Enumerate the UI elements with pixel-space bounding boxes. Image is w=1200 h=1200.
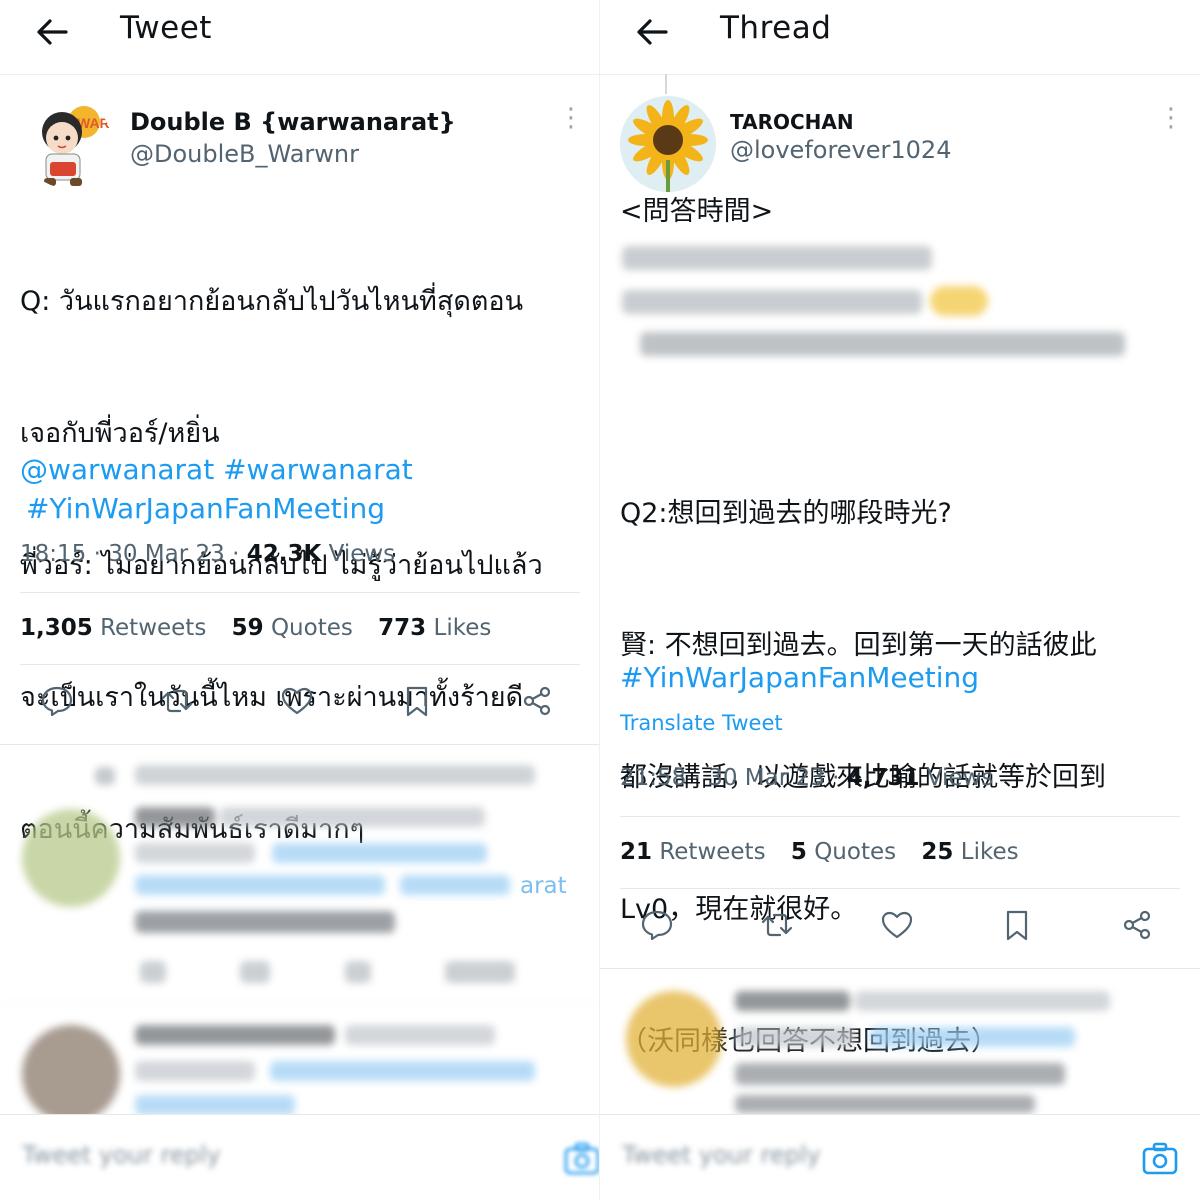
reply-icon[interactable] <box>640 908 684 952</box>
retweets-count: 21 <box>620 839 653 865</box>
like-icon[interactable] <box>880 908 924 952</box>
avatar[interactable]: WAR <box>22 98 112 188</box>
likes-label: Likes <box>960 839 1019 865</box>
bookmark-icon[interactable] <box>1000 908 1044 952</box>
back-arrow-icon[interactable] <box>632 12 672 52</box>
divider <box>620 888 1180 889</box>
blurred-reply-mention: arat <box>520 873 567 899</box>
views-label: Views <box>919 765 994 791</box>
header: Thread <box>600 0 1200 75</box>
hashtag[interactable]: #YinWarJapanFanMeeting <box>26 489 385 528</box>
divider <box>620 816 1180 817</box>
retweets-label: Retweets <box>659 839 766 865</box>
likes-stat[interactable]: 25 Likes <box>921 839 1018 865</box>
tweet-stats: 21 Retweets 5 Quotes 25 Likes <box>620 839 1037 865</box>
tweet-stats: 1,305 Retweets 59 Quotes 773 Likes <box>20 615 509 641</box>
pane-divider <box>599 0 600 1200</box>
author-handle[interactable]: @DoubleB_Warwnr <box>130 140 359 168</box>
blurred-text-block <box>600 236 1200 366</box>
camera-icon[interactable] <box>562 1139 600 1179</box>
action-bar <box>0 684 600 744</box>
body-line: Q: วันแรกอยากย้อนกลับไปวันไหนที่สุดตอน <box>20 286 524 317</box>
retweets-stat[interactable]: 21 Retweets <box>620 839 766 865</box>
quotes-stat[interactable]: 59 Quotes <box>232 615 353 641</box>
camera-icon[interactable] <box>1140 1139 1180 1179</box>
avatar[interactable] <box>620 96 716 192</box>
quotes-count: 59 <box>231 615 264 641</box>
quotes-label: Quotes <box>270 615 353 641</box>
more-icon[interactable]: ⋮ <box>1158 105 1184 142</box>
likes-count: 25 <box>921 839 954 865</box>
reply-composer: Tweet your reply <box>0 1114 600 1200</box>
views-count: 4,731 <box>846 765 920 791</box>
views-label: Views <box>321 541 396 567</box>
timestamp: 21:58 · 30 Mar 23 · <box>620 765 847 791</box>
back-arrow-icon[interactable] <box>32 12 72 52</box>
timestamp: 18:15 · 30 Mar 23 · <box>20 541 247 567</box>
likes-count: 773 <box>378 615 427 641</box>
thread-connector <box>665 74 667 94</box>
page-title: Tweet <box>120 10 212 46</box>
bookmark-icon[interactable] <box>400 684 444 728</box>
tweet-pane: Tweet WAR Double B {warwanarat} @DoubleB… <box>0 0 600 1200</box>
retweet-icon[interactable] <box>760 908 804 952</box>
author-name[interactable]: TAROCHAN <box>730 110 854 134</box>
likes-label: Likes <box>433 615 492 641</box>
tweet-meta: 18:15 · 30 Mar 23 · 42.3K Views <box>20 541 395 567</box>
quotes-count: 5 <box>790 839 807 865</box>
retweets-label: Retweets <box>100 615 207 641</box>
likes-stat[interactable]: 773 Likes <box>378 615 491 641</box>
mention-hashtags[interactable]: @warwanarat #warwanarat <box>20 450 413 489</box>
page-title: Thread <box>720 10 832 46</box>
retweet-icon[interactable] <box>160 684 204 728</box>
quotes-stat[interactable]: 5 Quotes <box>791 839 896 865</box>
quotes-label: Quotes <box>814 839 897 865</box>
hashtag[interactable]: #YinWarJapanFanMeeting <box>620 658 979 697</box>
svg-text:WAR: WAR <box>77 115 110 131</box>
more-icon[interactable]: ⋮ <box>558 105 584 142</box>
blurred-reply-section <box>600 969 1200 1115</box>
like-icon[interactable] <box>280 684 324 728</box>
retweets-stat[interactable]: 1,305 Retweets <box>20 615 206 641</box>
share-icon[interactable] <box>520 684 564 728</box>
header: Tweet <box>0 0 600 75</box>
reply-composer: Tweet your reply <box>600 1114 1200 1200</box>
divider <box>20 592 580 593</box>
share-icon[interactable] <box>1120 908 1164 952</box>
tweet-meta: 21:58 · 30 Mar 23 · 4,731 Views <box>620 765 993 791</box>
reply-input[interactable]: Tweet your reply <box>22 1141 221 1169</box>
reply-icon[interactable] <box>40 684 84 728</box>
author-name[interactable]: Double B {warwanarat} <box>130 108 456 136</box>
body-line: Q2:想回到過去的哪段時光? <box>620 498 952 529</box>
thread-pane: Thread TAROCHAN @loveforever1024 ⋮ <問答時間… <box>600 0 1200 1200</box>
retweets-count: 1,305 <box>20 615 93 641</box>
author-handle[interactable]: @loveforever1024 <box>730 136 951 164</box>
views-count: 42.3K <box>246 541 322 567</box>
tweet-body-header: <問答時間> <box>620 196 774 227</box>
action-bar <box>600 908 1200 968</box>
reply-input[interactable]: Tweet your reply <box>622 1141 821 1169</box>
blurred-reply-section <box>0 745 600 1123</box>
translate-link[interactable]: Translate Tweet <box>620 711 783 735</box>
divider <box>20 664 580 665</box>
